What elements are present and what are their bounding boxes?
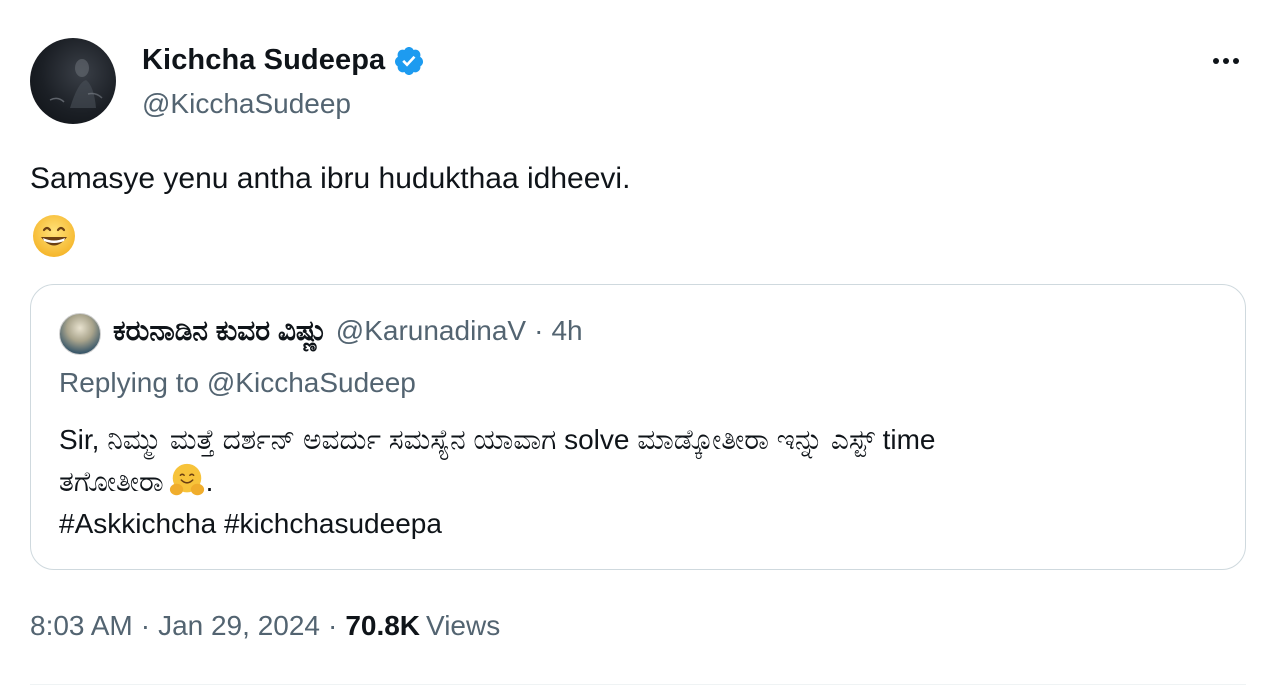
verified-badge-icon — [395, 46, 424, 75]
quoted-text-line-2-text: ತಗೋತೀರಾ — [59, 466, 164, 497]
views-label: Views — [426, 610, 501, 641]
quoted-text-line-2: ತಗೋತೀರಾ . — [59, 461, 1229, 503]
views-count[interactable]: 70.8K — [345, 610, 420, 642]
hugging-face-emoji-icon — [169, 463, 204, 496]
author-display-name[interactable]: Kichcha Sudeepa — [142, 44, 385, 77]
quoted-tweet-body: Sir, ನಿಮ್ಮು ಮತ್ತೆ ದರ್ಶನ್ ಅವರ್ದು ಸಮಸ್ಯೆನ … — [59, 419, 1229, 545]
quoted-tweet[interactable]: ಕರುನಾಡಿನ ಕುವರ ವಿಷ್ಣು @KarunadinaV · 4h R… — [30, 284, 1246, 570]
quoted-tweet-time[interactable]: 4h — [551, 315, 582, 347]
quoted-author-name[interactable]: ಕರುನಾಡಿನ ಕುವರ ವಿಷ್ಣು — [113, 315, 328, 348]
tweet-card: Kichcha Sudeepa @KicchaSudeep Samasye ye… — [0, 0, 1280, 688]
tweet-time[interactable]: 8:03 AM — [30, 610, 133, 642]
replying-to-line: Replying to @KicchaSudeep — [59, 367, 416, 399]
tweet-date[interactable]: Jan 29, 2024 — [158, 610, 320, 642]
grinning-face-emoji-icon — [33, 215, 75, 257]
meta-separator: · — [327, 610, 338, 641]
more-options-button[interactable] — [1206, 50, 1246, 72]
more-dot-icon — [1223, 58, 1229, 64]
author-avatar[interactable] — [30, 38, 116, 124]
quoted-text-line-1: Sir, ನಿಮ್ಮು ಮತ್ತೆ ದರ್ಶನ್ ಅವರ್ದು ಸಮಸ್ಯೆನ … — [59, 424, 936, 455]
quoted-tweet-header: ಕರುನಾಡಿನ ಕುವರ ವಿಷ್ಣು @KarunadinaV · 4h — [113, 315, 583, 348]
divider — [30, 684, 1246, 685]
author-name-row: Kichcha Sudeepa — [142, 44, 425, 77]
meta-separator: · — [140, 610, 151, 641]
more-dot-icon — [1233, 58, 1239, 64]
quoted-text-line-2-suffix: . — [205, 466, 214, 497]
profile-photo-icon — [49, 59, 103, 108]
more-dot-icon — [1213, 58, 1219, 64]
replying-to-mention[interactable]: @KicchaSudeep — [207, 367, 416, 398]
quoted-hashtags[interactable]: #Askkichcha #kichchasudeepa — [59, 503, 1229, 545]
quoted-author-handle[interactable]: @KarunadinaV — [336, 315, 526, 347]
tweet-text: Samasye yenu antha ibru hudukthaa idheev… — [30, 162, 631, 195]
quoted-header-separator: · — [534, 315, 544, 346]
tweet-meta: 8:03 AM · Jan 29, 2024 · 70.8K Views — [30, 610, 500, 642]
author-handle[interactable]: @KicchaSudeep — [142, 88, 351, 120]
quoted-author-avatar[interactable] — [59, 313, 101, 355]
replying-to-prefix: Replying to — [59, 367, 200, 398]
